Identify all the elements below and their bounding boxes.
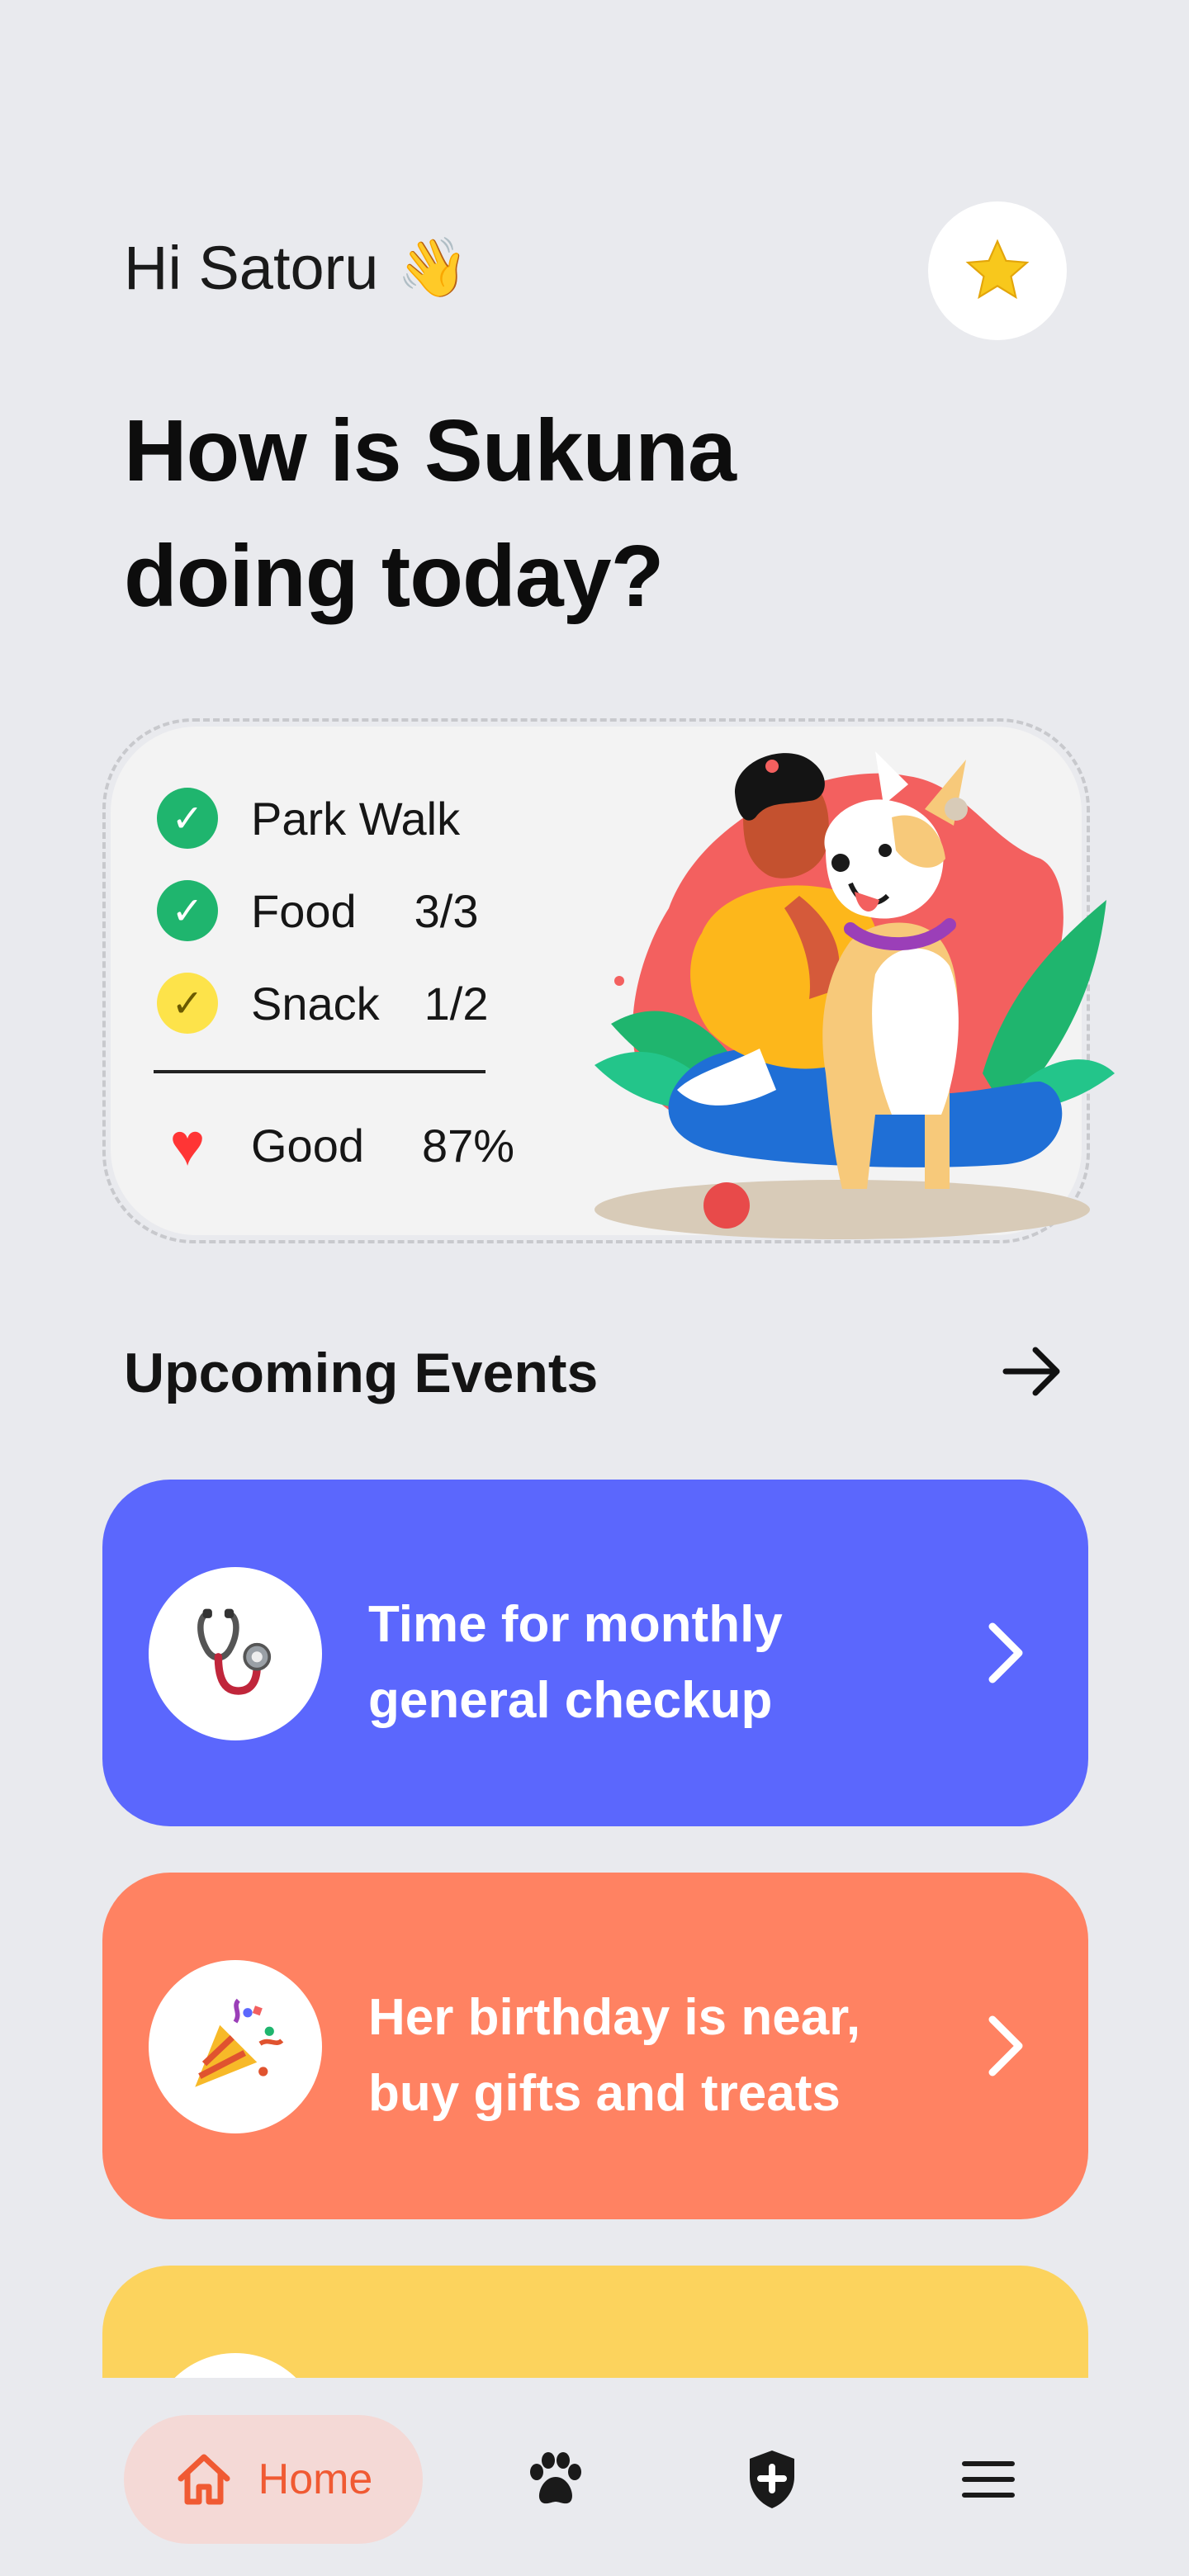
wave-icon: 👋 [396,234,469,300]
stethoscope-icon [197,1608,272,1695]
menu-icon [962,2461,1015,2498]
party-popper-icon [195,1998,284,2087]
home-icon [178,2454,230,2505]
event-icon-container [149,1567,322,1740]
greeting-text: Hi Satoru [124,234,379,302]
status-divider [154,1070,486,1073]
favorite-button[interactable] [928,201,1067,340]
nav-home-label: Home [258,2455,373,2503]
star-icon [965,239,1030,300]
pet-owner-illustration [594,751,1115,1239]
status-row-snack: ✓ Snack 1/2 [157,973,489,1034]
nav-home-button[interactable]: Home [124,2415,423,2544]
event-text: Time for monthly general checkup [368,1596,783,1729]
partial-check-icon: ✓ [157,973,218,1034]
arrow-right-icon[interactable] [999,1342,1065,1400]
chevron-right-icon [988,2015,1023,2076]
event-card-birthday[interactable]: Her birthday is near, buy gifts and trea… [102,1873,1088,2219]
status-row-food: ✓ Food 3/3 [157,880,479,941]
status-row-health: ♥ Good 87% [157,1115,514,1176]
status-label: Food [251,884,357,937]
check-icon: ✓ [157,788,218,849]
status-label: Park Walk [251,792,461,845]
status-value: 3/3 [414,884,479,937]
status-row-park-walk: ✓ Park Walk [157,788,460,849]
health-value: 87% [422,1119,515,1172]
shield-icon [750,2451,794,2508]
nav-pets-button[interactable] [519,2442,593,2517]
nav-health-button[interactable] [735,2442,809,2517]
greeting: Hi Satoru 👋 [124,233,469,303]
event-text: Her birthday is near, buy gifts and trea… [368,1989,861,2122]
event-card-checkup[interactable]: Time for monthly general checkup [102,1480,1088,1826]
bottom-navigation: Home [0,2378,1189,2576]
check-icon: ✓ [157,880,218,941]
heart-icon: ♥ [169,1112,206,1178]
status-label: Snack [251,977,380,1030]
status-value: 1/2 [424,977,489,1030]
paw-icon [530,2452,581,2504]
section-title-upcoming-events: Upcoming Events [124,1342,599,1404]
nav-menu-button[interactable] [951,2442,1026,2517]
event-icon-container [149,1960,322,2133]
health-label: Good [251,1119,364,1172]
page-headline: How is Sukuna doing today? [124,402,737,625]
chevron-right-icon [988,1622,1023,1683]
